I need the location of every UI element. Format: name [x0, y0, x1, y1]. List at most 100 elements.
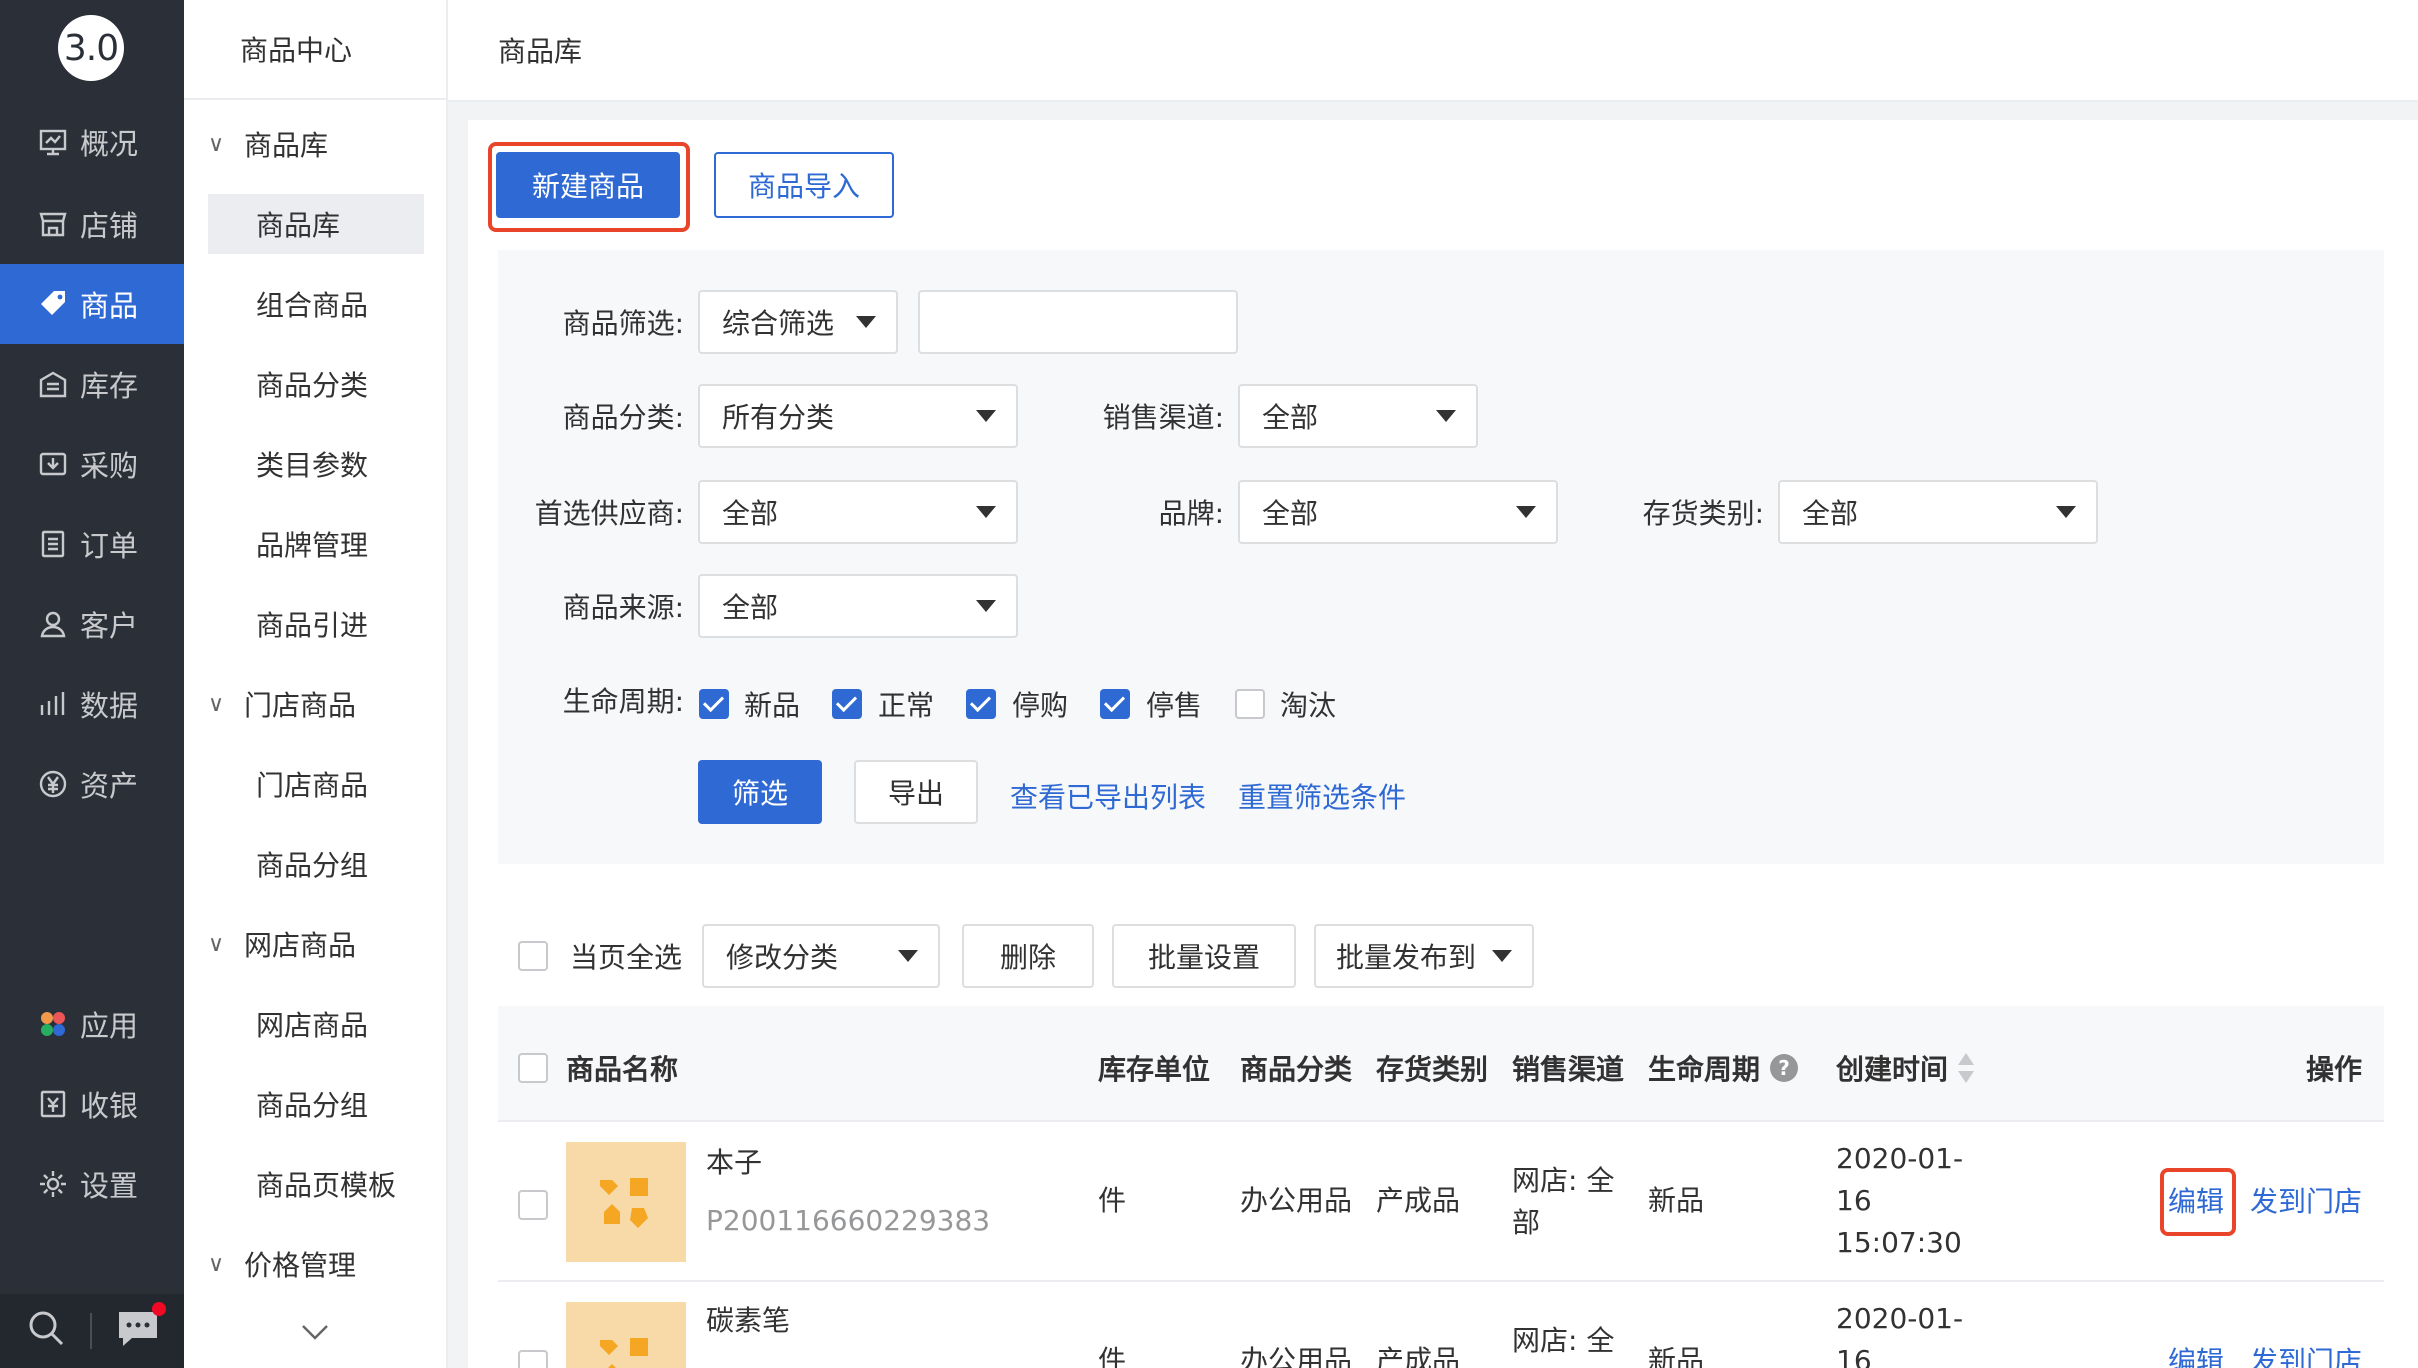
chevron-down-icon: ∨ [208, 1251, 225, 1277]
cell-stock-type: 产成品 [1376, 1344, 1461, 1368]
nav-item-customers[interactable]: 客户 [0, 584, 184, 664]
select-page-label: 当页全选 [570, 941, 683, 974]
order-icon [36, 527, 70, 561]
product-filter-input[interactable] [918, 290, 1238, 354]
filter-label-stock-type: 存货类别: [1642, 497, 1764, 530]
export-button[interactable]: 导出 [854, 760, 978, 824]
submenu-item-product-import-intro[interactable]: 商品引进 [208, 594, 424, 654]
col-lifecycle-label: 生命周期 [1648, 1053, 1761, 1086]
unread-dot [152, 1301, 166, 1316]
nav-label-orders: 订单 [80, 529, 139, 563]
nav-item-products[interactable]: 商品 [0, 264, 184, 344]
purchase-icon [36, 447, 70, 481]
chevron-down-icon: ∨ [208, 691, 225, 717]
col-stock-type: 存货类别 [1376, 1053, 1489, 1086]
submenu-group-store-products[interactable]: ∨ 门店商品 [208, 674, 356, 734]
submenu-item-categories[interactable]: 商品分类 [208, 354, 424, 414]
caret-down-icon [898, 950, 918, 962]
warehouse-icon [36, 367, 70, 401]
submenu-item-page-templates[interactable]: 商品页模板 [208, 1154, 424, 1214]
nav-item-overview[interactable]: 概况 [0, 102, 184, 182]
sales-channel-select[interactable]: 全部 [1238, 384, 1478, 448]
caret-down-icon [856, 316, 876, 328]
col-product-name: 商品名称 [566, 1053, 679, 1086]
submenu-group-online-products[interactable]: ∨ 网店商品 [208, 914, 356, 974]
publish-to-store-link[interactable]: 发到门店 [2250, 1180, 2362, 1220]
product-code: P200116660229383 [706, 1204, 991, 1237]
nav-label-settings: 设置 [80, 1169, 139, 1203]
submenu-item-online-products[interactable]: 网店商品 [208, 994, 424, 1054]
submenu-group-label: 商品库 [244, 129, 329, 162]
col-lifecycle: 生命周期 ? [1648, 1048, 1799, 1088]
brand-select[interactable]: 全部 [1238, 480, 1558, 544]
category-select[interactable]: 所有分类 [698, 384, 1018, 448]
nav-item-purchase[interactable]: 采购 [0, 424, 184, 504]
nav-item-inventory[interactable]: 库存 [0, 344, 184, 424]
reset-filters-link[interactable]: 重置筛选条件 [1238, 776, 1406, 816]
stock-type-select[interactable]: 全部 [1778, 480, 2098, 544]
nav-item-apps[interactable]: 应用 [0, 984, 184, 1064]
select-value: 批量发布到 [1336, 941, 1477, 974]
customer-icon [36, 607, 70, 641]
supplier-select[interactable]: 全部 [698, 480, 1018, 544]
lifecycle-checkbox-stop-purchase[interactable] [966, 689, 996, 719]
yen-icon [36, 767, 70, 801]
batch-settings-button[interactable]: 批量设置 [1112, 924, 1296, 988]
lifecycle-label-new: 新品 [744, 689, 801, 722]
product-name[interactable]: 本子 [706, 1142, 762, 1184]
nav-item-orders[interactable]: 订单 [0, 504, 184, 584]
scroll-more-chevron-icon[interactable] [300, 1316, 330, 1349]
store-icon [36, 207, 70, 241]
nav-item-settings[interactable]: 设置 [0, 1144, 184, 1224]
cell-unit: 件 [1098, 1344, 1127, 1368]
select-all-rows-checkbox[interactable] [518, 1053, 548, 1083]
nav-item-cashier[interactable]: 收银 [0, 1064, 184, 1144]
submenu-item-product-library[interactable]: 商品库 [208, 194, 424, 254]
nav-label-products: 商品 [80, 289, 139, 323]
cashier-icon [36, 1087, 70, 1121]
publish-to-store-link[interactable]: 发到门店 [2250, 1340, 2362, 1368]
col-category: 商品分类 [1240, 1053, 1353, 1086]
edit-link[interactable]: 编辑 [2168, 1340, 2224, 1368]
filter-button[interactable]: 筛选 [698, 760, 822, 824]
change-category-select[interactable]: 修改分类 [702, 924, 940, 988]
source-select[interactable]: 全部 [698, 574, 1018, 638]
submenu-item-combo-products[interactable]: 组合商品 [208, 274, 424, 334]
lifecycle-checkbox-stop-sale[interactable] [1100, 689, 1130, 719]
submenu-item-online-groups[interactable]: 商品分组 [208, 1074, 424, 1134]
submenu-group-price-management[interactable]: ∨ 价格管理 [208, 1234, 356, 1294]
submenu-item-store-products[interactable]: 门店商品 [208, 754, 424, 814]
nav-item-assets[interactable]: 资产 [0, 744, 184, 824]
view-exports-link[interactable]: 查看已导出列表 [1010, 776, 1206, 816]
row-divider [498, 1280, 2384, 1282]
help-icon[interactable]: ? [1770, 1054, 1799, 1082]
select-value: 全部 [722, 497, 779, 530]
sort-icon[interactable] [1956, 1051, 1976, 1085]
cell-time-line2: 16 [1836, 1184, 1872, 1217]
import-product-button[interactable]: 商品导入 [714, 152, 894, 218]
delete-button[interactable]: 删除 [962, 924, 1094, 988]
nav-item-store[interactable]: 店铺 [0, 184, 184, 264]
submenu-item-store-groups[interactable]: 商品分组 [208, 834, 424, 894]
submenu-group-product-library[interactable]: ∨ 商品库 [208, 114, 328, 174]
new-product-button[interactable]: 新建商品 [496, 152, 680, 218]
product-filter-select[interactable]: 综合筛选 [698, 290, 898, 354]
batch-publish-select[interactable]: 批量发布到 [1314, 924, 1534, 988]
nav-item-data[interactable]: 数据 [0, 664, 184, 744]
product-name[interactable]: 碳素笔 [706, 1300, 790, 1342]
lifecycle-checkbox-normal[interactable] [832, 689, 862, 719]
submenu-item-category-params[interactable]: 类目参数 [208, 434, 424, 494]
message-icon[interactable] [116, 1301, 166, 1355]
submenu-item-brands[interactable]: 品牌管理 [208, 514, 424, 574]
lifecycle-checkbox-new[interactable] [699, 689, 729, 719]
row-checkbox[interactable] [518, 1350, 548, 1368]
product-thumbnail[interactable] [566, 1302, 686, 1368]
search-icon[interactable] [26, 1308, 66, 1355]
edit-link[interactable]: 编辑 [2168, 1180, 2224, 1220]
lifecycle-checkbox-obsolete[interactable] [1235, 689, 1265, 719]
select-page-checkbox[interactable] [518, 941, 548, 971]
product-thumbnail[interactable] [566, 1142, 686, 1262]
app-logo[interactable]: 3.0 [58, 15, 124, 81]
col-created-time[interactable]: 创建时间 [1836, 1048, 1976, 1088]
row-checkbox[interactable] [518, 1190, 548, 1220]
